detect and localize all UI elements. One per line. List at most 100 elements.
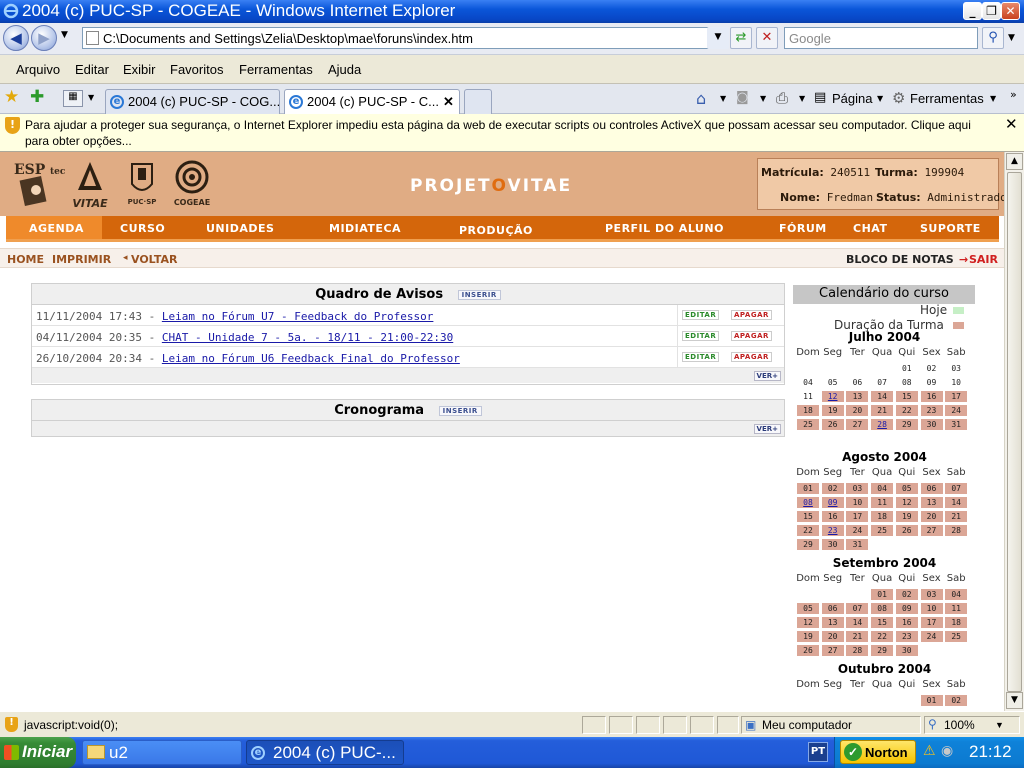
scroll-thumb[interactable] [1007,172,1022,692]
maximize-button[interactable]: ❐ [982,2,1001,20]
aviso-link[interactable]: CHAT - Unidade 7 - 5a. - 18/11 - 21:00-2… [162,331,453,344]
zoom-dropdown-icon[interactable]: ▼ [995,720,1004,730]
taskbar-item-ie[interactable]: e 2004 (c) PUC-... [246,740,404,765]
tray-icon[interactable]: ◉ [941,743,953,759]
aviso-link[interactable]: Leiam no Fórum U7 - Feedback do Professo… [162,310,434,323]
address-field[interactable]: C:\Documents and Settings\Zelia\Desktop\… [82,27,724,49]
minimize-button[interactable]: _ [963,2,982,20]
aviso-link[interactable]: Leiam no Fórum U6 Feedback Final do Prof… [162,352,460,365]
start-button[interactable]: Iniciar [0,737,76,768]
home-icon[interactable]: ⌂ [696,89,706,108]
calendar-day[interactable]: 23 [821,525,844,536]
bloco-notas-link[interactable]: BLOCO DE NOTAS [846,253,954,266]
avisos-ver-button[interactable]: VER+ [753,371,781,381]
feeds-dropdown-icon[interactable]: ▼ [760,94,766,103]
forward-button[interactable]: ▶ [31,25,57,51]
tools-menu[interactable]: Ferramentas [910,91,984,106]
nav-producao[interactable]: PRODUÇÃO [459,224,533,237]
imprimir-link[interactable]: IMPRIMIR [52,253,111,266]
history-dropdown-icon[interactable]: ▼ [61,30,68,40]
calendar-day[interactable]: 08 [797,497,819,508]
zoom-control[interactable]: ⚲ 100% ▼ [924,716,1020,734]
menu-exibir[interactable]: Exibir [123,62,156,77]
chevron-right-icon[interactable]: » [1010,88,1017,101]
nav-chat[interactable]: CHAT [853,222,887,235]
aviso-date: 04/11/2004 20:35 [36,331,142,344]
menu-favoritos[interactable]: Favoritos [170,62,223,77]
menu-ferramentas[interactable]: Ferramentas [239,62,313,77]
home-dropdown-icon[interactable]: ▼ [720,94,726,103]
info-bar-message[interactable]: Para ajudar a proteger sua segurança, o … [25,117,985,149]
search-icon[interactable]: ⚲ [982,27,1004,49]
calendar-day[interactable]: 28 [871,419,894,430]
close-window-button[interactable]: ✕ [1001,2,1020,20]
scroll-up-icon[interactable]: ▲ [1006,153,1023,170]
add-favorite-icon[interactable]: ✚ [30,87,44,107]
apagar-button[interactable]: APAGAR [731,310,772,320]
avisos-inserir-button[interactable]: INSERIR [457,289,501,300]
nav-forum[interactable]: FÓRUM [779,222,827,235]
calendar-day: 25 [945,631,968,642]
tab-2[interactable]: e 2004 (c) PUC-SP - C... ✕ [284,89,460,114]
nav-suporte[interactable]: SUPORTE [920,222,981,235]
taskbar-item-label: u2 [109,743,128,762]
editar-button[interactable]: EDITAR [682,352,720,362]
stop-icon[interactable]: ✕ [756,27,778,49]
nav-agenda[interactable]: AGENDA [29,222,84,235]
status-warning-icon[interactable]: ! [5,717,18,732]
menu-ajuda[interactable]: Ajuda [328,62,361,77]
print-icon[interactable]: ⎙ [776,89,788,107]
sair-link[interactable]: SAIR [969,253,998,266]
feeds-icon[interactable]: ◙ [736,90,749,105]
voltar-link[interactable]: VOLTAR [131,253,178,266]
apagar-button[interactable]: APAGAR [731,331,772,341]
status-bar: ! javascript:void(0); ▣ Meu computador ⚲… [0,711,1024,737]
nav-midiateca[interactable]: MIDIATECA [329,222,401,235]
nav-unidades[interactable]: UNIDADES [206,222,274,235]
cronograma-ver-button[interactable]: VER+ [753,424,781,434]
close-info-bar-icon[interactable]: ✕ [1005,115,1018,133]
nome-label: Nome: [780,191,821,204]
calendar-day[interactable]: 09 [821,497,844,508]
security-info-bar[interactable]: ! Para ajudar a proteger sua segurança, … [0,114,1024,152]
nav-perfil[interactable]: PERFIL DO ALUNO [605,222,724,235]
menu-editar[interactable]: Editar [75,62,109,77]
aviso-actions: EDITAR APAGAR [677,305,785,325]
editar-button[interactable]: EDITAR [682,331,720,341]
quick-tabs-icon[interactable]: ▦ [63,90,83,107]
favorites-star-icon[interactable]: ★ [4,87,19,107]
vertical-scrollbar[interactable]: ▲ ▼ [1004,152,1024,711]
menu-arquivo[interactable]: Arquivo [16,62,60,77]
legend-duracao-swatch [953,322,964,329]
address-dropdown-icon[interactable]: ▼ [707,27,729,49]
page-menu[interactable]: Página [832,91,872,106]
search-input[interactable]: Google [784,27,978,49]
calendar-day[interactable]: 12 [821,391,844,402]
scroll-down-icon[interactable]: ▼ [1006,692,1023,709]
taskbar-item-u2[interactable]: u2 [82,740,242,765]
home-link[interactable]: HOME [7,253,44,266]
editar-button[interactable]: EDITAR [682,310,720,320]
status-pane [636,716,660,734]
new-tab-button[interactable] [464,89,492,114]
page-dropdown-icon[interactable]: ▼ [877,94,883,103]
refresh-icon[interactable]: ⇄ [730,27,752,49]
calendar-day: 06 [920,483,943,494]
tools-dropdown-icon[interactable]: ▼ [990,94,996,103]
tab-1[interactable]: e 2004 (c) PUC-SP - COG... [105,89,280,114]
language-indicator[interactable]: PT [808,742,828,762]
cronograma-inserir-button[interactable]: INSERIR [438,405,482,416]
window-title-bar[interactable]: 2004 (c) PUC-SP - COGEAE - Windows Inter… [0,0,1024,23]
close-tab-icon[interactable]: ✕ [443,94,454,110]
norton-button[interactable]: ✓ Norton [840,740,916,764]
weekday-label: Ter [850,467,865,478]
print-dropdown-icon[interactable]: ▼ [799,94,805,103]
security-tray-icon[interactable]: ⚠ [923,743,936,759]
back-button[interactable]: ◀ [3,25,29,51]
nav-curso[interactable]: CURSO [120,222,165,235]
taskbar-item-label: 2004 (c) PUC-... [273,743,396,762]
tab-list-dropdown-icon[interactable]: ▼ [88,93,94,102]
search-options-icon[interactable]: ▼ [1008,33,1015,43]
menu-bar: Arquivo Editar Exibir Favoritos Ferramen… [0,56,1024,84]
apagar-button[interactable]: APAGAR [731,352,772,362]
